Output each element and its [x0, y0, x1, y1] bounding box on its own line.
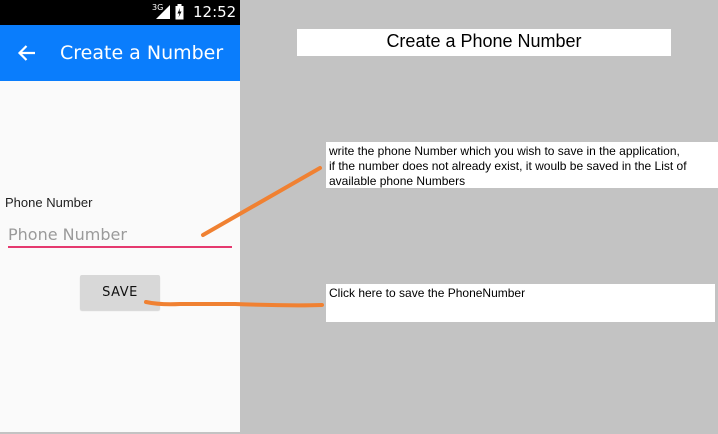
annotation-connectors	[144, 166, 324, 308]
input-connector-line	[201, 166, 322, 237]
button-connector-line	[144, 300, 324, 308]
